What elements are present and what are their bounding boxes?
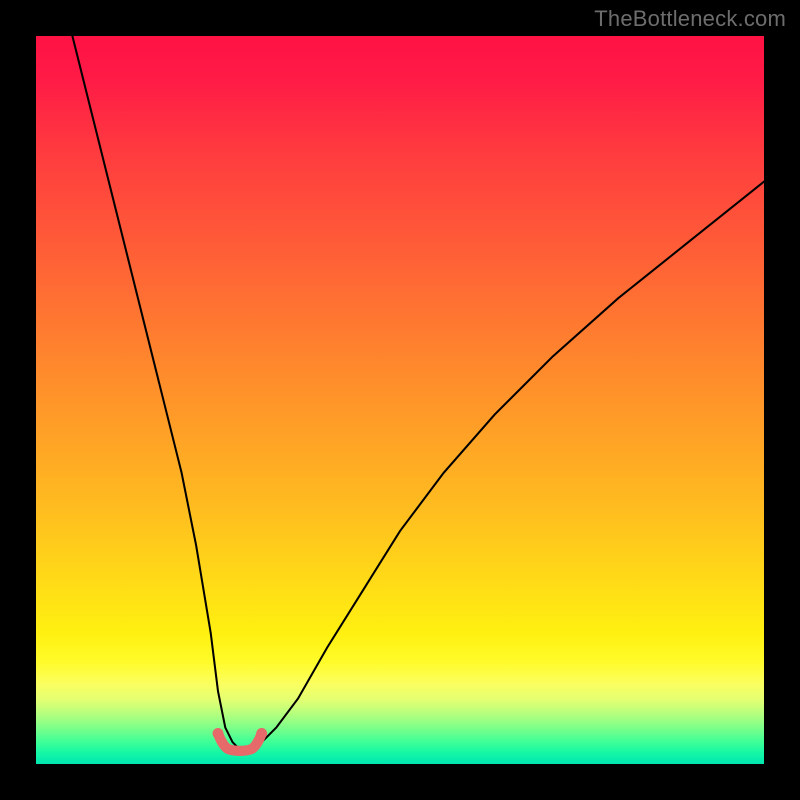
watermark-text: TheBottleneck.com — [594, 6, 786, 32]
chart-frame: TheBottleneck.com — [0, 0, 800, 800]
plot-area — [36, 36, 764, 764]
highlight-dots — [213, 728, 268, 755]
curve-svg — [36, 36, 764, 764]
bottleneck-curve-path — [72, 36, 764, 749]
